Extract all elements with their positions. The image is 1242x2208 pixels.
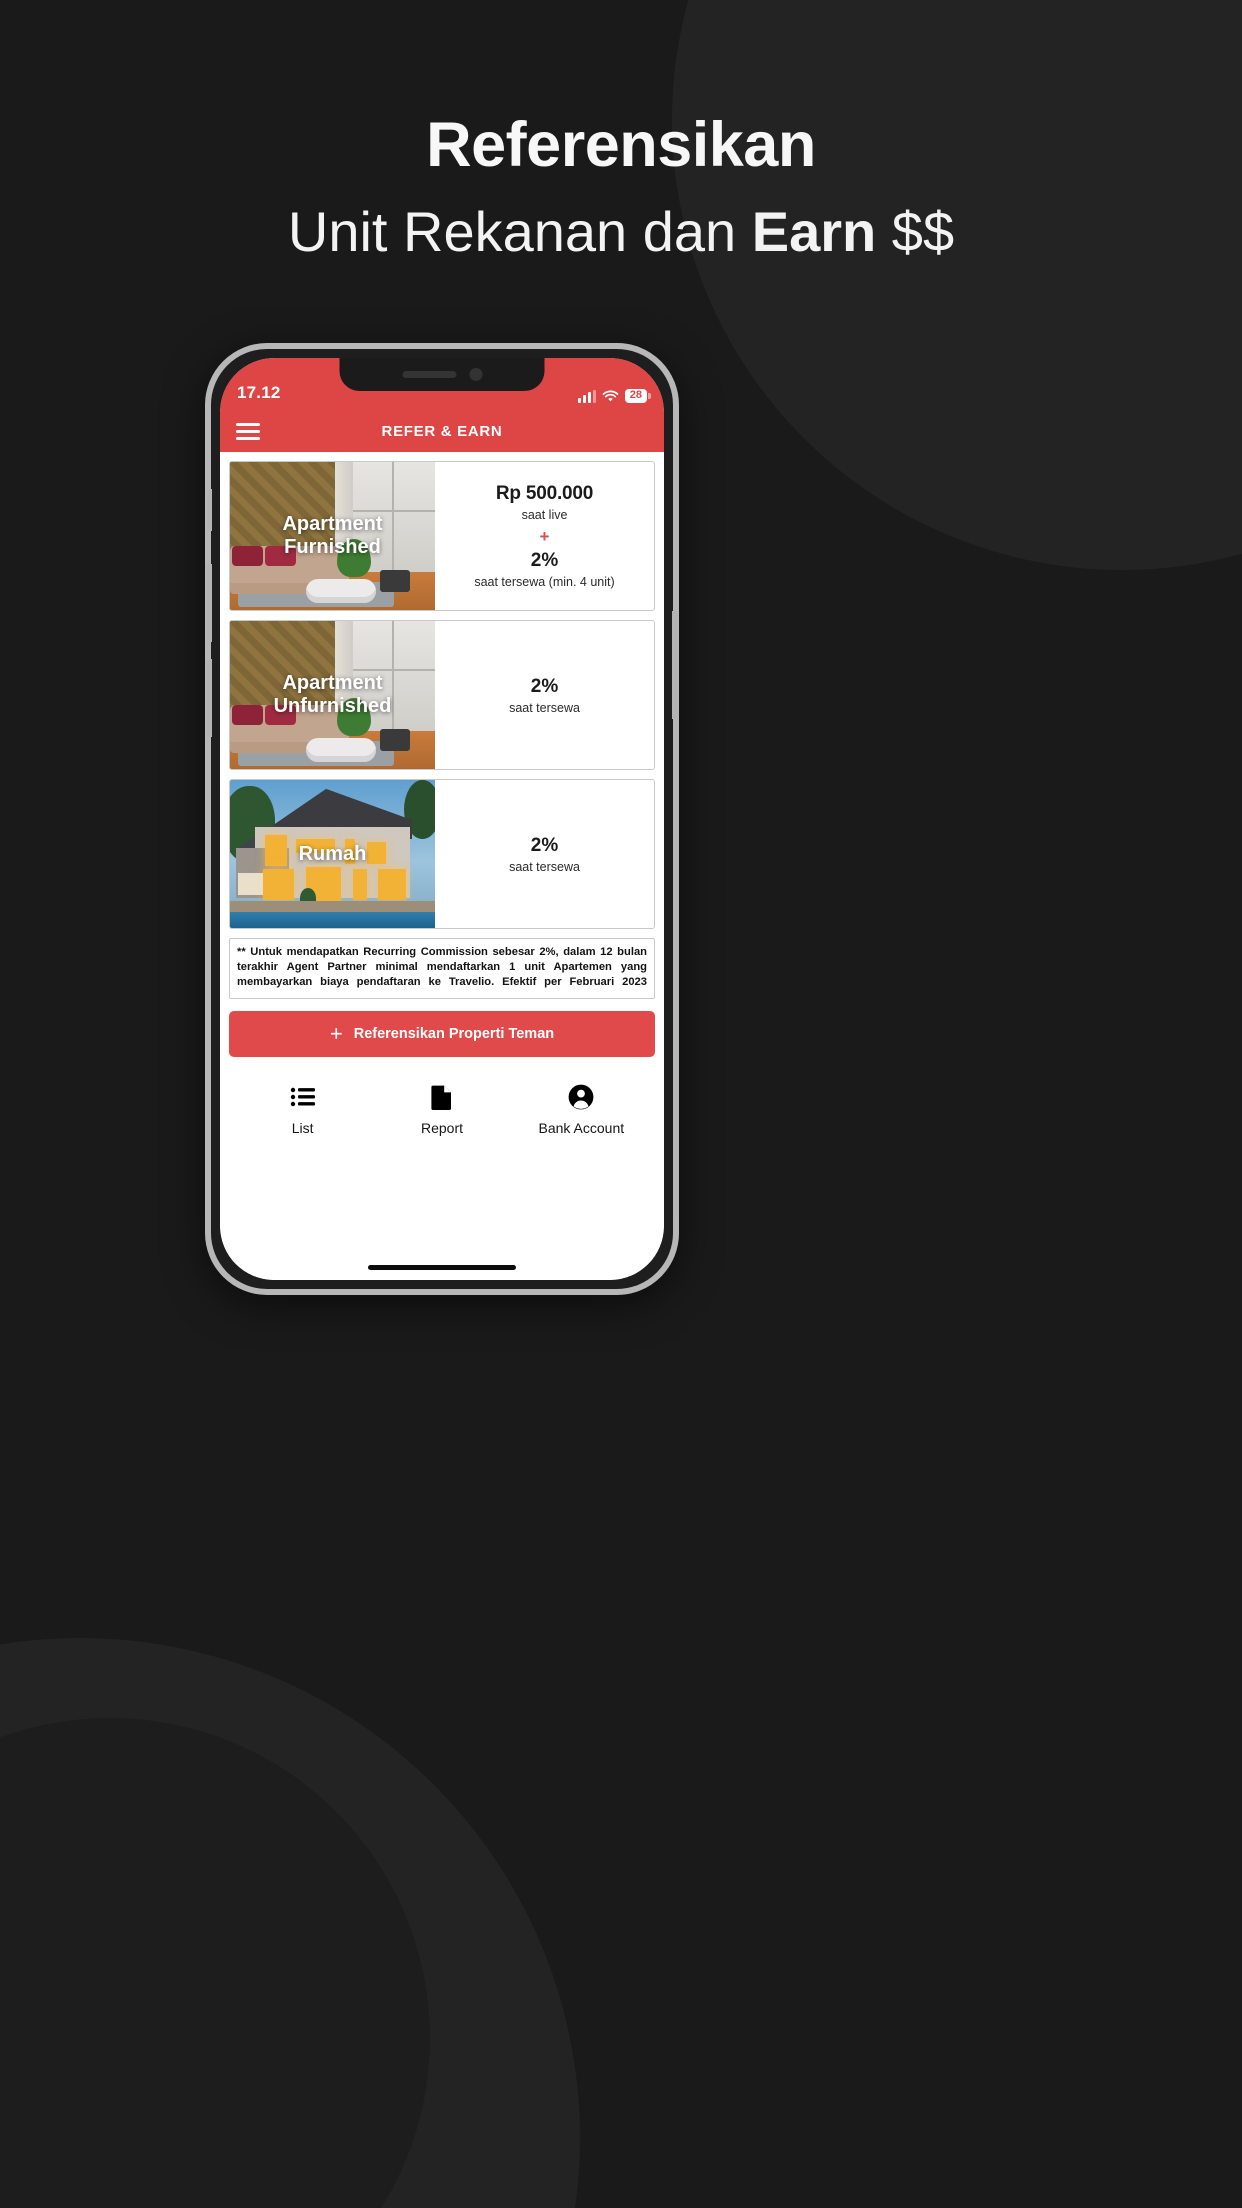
offer-card-image: Apartment Furnished xyxy=(230,462,435,610)
app-content: Apartment Furnished Rp 500.000 saat live… xyxy=(220,452,664,1254)
bottom-navigation: List Report Bank Account xyxy=(229,1065,655,1146)
background-circle-bottom-left-outer xyxy=(0,1638,580,2208)
offer-price: Rp 500.000 xyxy=(495,483,594,504)
refer-property-button[interactable]: + Referensikan Properti Teman xyxy=(229,1010,655,1057)
plus-icon: + xyxy=(329,1020,343,1046)
phone-bezel: 17.12 28 REFER & EARN Apartment Furnishe… xyxy=(220,358,664,1280)
nav-item-report-label: Report xyxy=(420,1119,463,1136)
status-bar-indicators: 28 xyxy=(577,389,647,403)
battery-indicator: 28 xyxy=(624,389,647,403)
home-indicator-bar xyxy=(368,1264,516,1270)
headline-line-2-prefix: Unit Rekanan dan xyxy=(287,200,752,264)
document-icon xyxy=(431,1084,453,1110)
nav-item-list[interactable]: List xyxy=(233,1084,372,1136)
phone-notch xyxy=(339,358,545,391)
app-header: REFER & EARN xyxy=(220,410,664,452)
phone-mockup: 17.12 28 REFER & EARN Apartment Furnishe… xyxy=(205,343,679,1295)
signal-bars-icon xyxy=(577,389,596,403)
offer-card-rumah[interactable]: Rumah 2% saat tersewa xyxy=(229,779,655,929)
content-spacer xyxy=(229,1154,655,1254)
offer-card-details: 2% saat tersewa xyxy=(435,780,654,928)
status-bar-time: 17.12 xyxy=(237,383,281,402)
offer-card-image-label-line2: Furnished xyxy=(284,536,381,558)
phone-mute-switch[interactable] xyxy=(207,489,212,531)
offer-card-image-label: Rumah xyxy=(293,843,373,866)
offer-percent: 2% xyxy=(530,675,559,697)
phone-power-button[interactable] xyxy=(672,611,678,719)
background-circle-top-right xyxy=(672,0,1242,570)
app-header-title: REFER & EARN xyxy=(381,422,503,440)
offer-card-details: 2% saat tersewa xyxy=(435,621,654,769)
disclaimer-text: ** Untuk mendapatkan Recurring Commissio… xyxy=(229,938,655,999)
offer-price-caption: saat live xyxy=(521,508,568,522)
offer-percent: 2% xyxy=(530,550,559,571)
offer-card-image-label: Apartment Furnished xyxy=(276,513,388,558)
background-circle-bottom-left-inner xyxy=(0,1718,430,2208)
headline-line-2-suffix: $$ xyxy=(876,200,955,264)
offer-separator-plus: + xyxy=(539,527,550,546)
earpiece-speaker-icon xyxy=(402,371,456,378)
offer-percent-caption: saat tersewa xyxy=(509,859,580,874)
offer-percent: 2% xyxy=(530,834,559,856)
offer-card-image-label-line1: Apartment xyxy=(282,672,383,695)
nav-item-report[interactable]: Report xyxy=(372,1084,511,1136)
headline-line-1: Referensikan xyxy=(426,110,816,180)
list-icon xyxy=(290,1084,316,1110)
refer-property-button-label: Referensikan Properti Teman xyxy=(353,1025,555,1042)
wifi-icon xyxy=(602,390,619,403)
home-indicator[interactable] xyxy=(220,1254,664,1280)
offer-card-details: Rp 500.000 saat live + 2% saat tersewa (… xyxy=(435,462,654,610)
nav-item-list-label: List xyxy=(291,1119,314,1136)
offer-percent-caption: saat tersewa xyxy=(509,700,580,715)
offer-card-image: Apartment Unfurnished xyxy=(230,621,435,769)
offer-card-image-label-line2: Unfurnished xyxy=(273,695,392,717)
front-camera-icon xyxy=(469,368,482,381)
offer-percent-caption: saat tersewa (min. 4 unit) xyxy=(474,575,615,589)
offer-card-apartment-furnished[interactable]: Apartment Furnished Rp 500.000 saat live… xyxy=(229,461,655,611)
offer-card-image-label-line1: Apartment xyxy=(282,513,383,536)
offer-card-image: Rumah xyxy=(230,780,435,928)
phone-screen: 17.12 28 REFER & EARN Apartment Furnishe… xyxy=(220,358,664,1280)
nav-item-bank-account-label: Bank Account xyxy=(538,1119,625,1136)
offer-card-image-label: Apartment Unfurnished xyxy=(268,672,398,717)
person-circle-icon xyxy=(568,1084,594,1110)
offer-card-apartment-unfurnished[interactable]: Apartment Unfurnished 2% saat tersewa xyxy=(229,620,655,770)
page-root: Referensikan Unit Rekanan dan Earn $$ 17… xyxy=(0,0,1242,2208)
phone-volume-down-button[interactable] xyxy=(206,659,212,737)
nav-item-bank-account[interactable]: Bank Account xyxy=(512,1084,651,1136)
headline-line-2: Unit Rekanan dan Earn $$ xyxy=(0,194,1242,270)
page-headline: Referensikan Unit Rekanan dan Earn $$ xyxy=(0,112,1242,270)
offer-card-image-label-line1: Rumah xyxy=(298,842,367,865)
phone-volume-up-button[interactable] xyxy=(206,564,212,642)
hamburger-menu-icon[interactable] xyxy=(236,422,260,440)
status-bar: 17.12 28 xyxy=(220,358,664,410)
headline-line-2-bold: Earn xyxy=(751,200,877,264)
